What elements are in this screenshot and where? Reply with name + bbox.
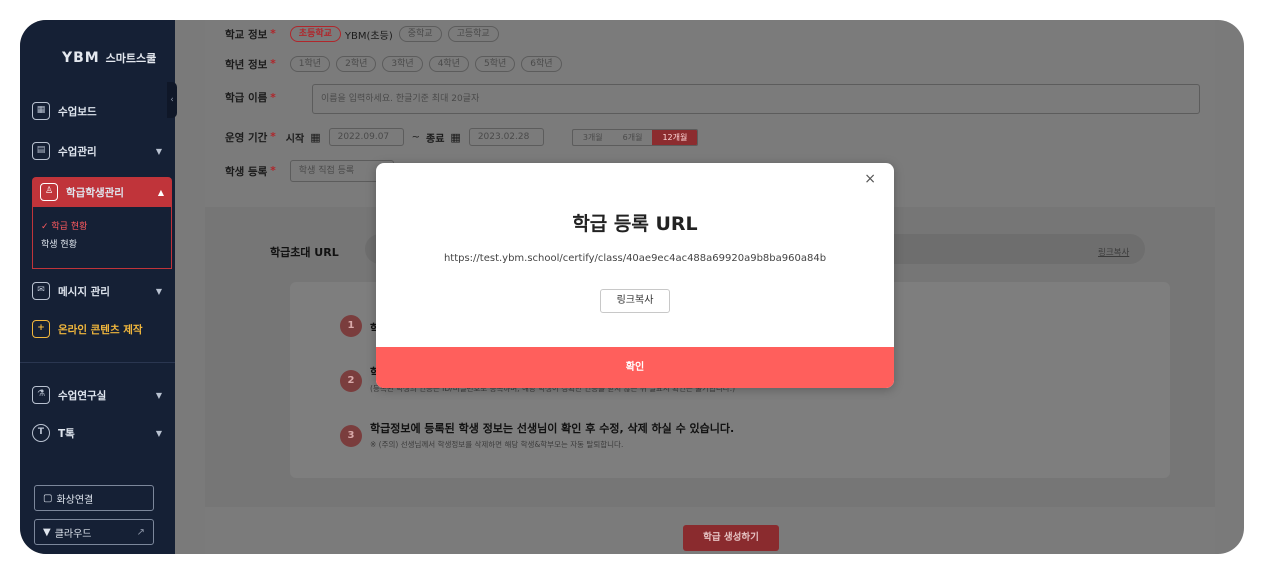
sidebar-item-ttalk[interactable]: T T톡 ▼: [32, 418, 162, 448]
microscope-icon: ⚗: [32, 386, 50, 404]
class-icon: ▤: [32, 142, 50, 160]
school-option-ybm[interactable]: YBM(초등): [345, 27, 393, 42]
sidebar-item-message[interactable]: ✉ 메시지 관리 ▼: [32, 276, 162, 306]
grade-option-5[interactable]: 5학년: [474, 56, 516, 72]
grade-option-2[interactable]: 2학년: [336, 56, 377, 72]
step-number: 1: [340, 315, 362, 337]
period-option-3m[interactable]: 3개월: [573, 130, 613, 145]
grade-info-row: 학년 정보 * 1학년 2학년 3학년 4학년 5학년 6학년: [225, 56, 562, 72]
sidebar-item-student-manage[interactable]: ♙ 학급학생관리 ▲: [32, 177, 172, 207]
sidebar-item-label: 메시지 관리: [58, 285, 110, 298]
invite-copy-link[interactable]: 링크복사: [1098, 246, 1129, 258]
sidebar-item-class-manage[interactable]: ▤ 수업관리 ▼: [32, 136, 162, 166]
school-info-label: 학교 정보: [225, 28, 268, 41]
sidebar-item-online-content[interactable]: + 온라인 콘텐츠 제작: [32, 314, 162, 344]
grade-option-1[interactable]: 1학년: [289, 56, 331, 72]
class-url-modal: × 학급 등록 URL https://test.ybm.school/cert…: [376, 163, 894, 388]
sidebar-item-label: 온라인 콘텐츠 제작: [58, 323, 143, 336]
chevron-down-icon: ▼: [155, 146, 162, 156]
student-register-row: 학생 등록 * 학생 직접 등록: [225, 160, 394, 182]
external-link-icon: ↗: [136, 526, 145, 538]
start-label: 시작: [285, 133, 305, 145]
talk-icon: T: [32, 424, 50, 442]
message-icon: ✉: [32, 282, 50, 300]
video-connect-label: 화상연결: [56, 494, 94, 506]
invite-url-label: 학급초대 URL: [270, 246, 339, 259]
modal-url-text: https://test.ybm.school/certify/class/40…: [443, 253, 827, 264]
cloud-icon: ▼: [43, 526, 51, 538]
modal-confirm-button[interactable]: 확인: [376, 347, 894, 388]
sidebar-item-label: 수업관리: [58, 145, 97, 158]
period-row: 운영 기간 * 시작 ▦ 2022.09.07 ~ 종료 ▦ 2023.02.28…: [225, 128, 699, 146]
sidebar-item-label: 수업연구실: [58, 389, 107, 402]
modal-title: 학급 등록 URL: [572, 213, 698, 235]
class-name-row: 학급 이름 *: [225, 91, 276, 105]
start-date-input[interactable]: 2022.09.07: [328, 128, 404, 146]
video-connect-button[interactable]: ▢ 화상연결: [34, 485, 154, 511]
create-class-button[interactable]: 학급 생성하기: [683, 525, 779, 551]
grade-option-4[interactable]: 4학년: [428, 56, 469, 72]
school-option-middle[interactable]: 중학교: [398, 26, 442, 42]
logo-text: 스마트스쿨: [105, 52, 157, 65]
calendar-icon[interactable]: ▦: [310, 131, 320, 144]
chevron-up-icon: ▲: [157, 187, 164, 197]
period-label: 운영 기간: [225, 131, 268, 144]
board-icon: ▦: [32, 102, 50, 120]
sidebar-item-label: 학급학생관리: [66, 186, 124, 199]
submenu-class-status[interactable]: ✓ 학급 현황: [41, 219, 87, 232]
school-info-row: 학교 정보 * 초등학교 YBM(초등) 중학교 고등학교: [225, 26, 499, 42]
content-icon: +: [32, 320, 50, 338]
period-segmented-control: 3개월 6개월 12개월: [571, 128, 699, 146]
sidebar-collapse-button[interactable]: ‹: [167, 82, 177, 118]
grade-option-3[interactable]: 3학년: [382, 56, 423, 72]
cloud-button[interactable]: ▼ 클라우드 ↗: [34, 519, 154, 545]
end-date-input[interactable]: 2023.02.28: [468, 128, 544, 146]
end-label: 종료: [426, 133, 445, 145]
cloud-label: 클라우드: [54, 528, 92, 540]
grade-option-6[interactable]: 6학년: [521, 56, 562, 72]
logo-mark: YBM: [62, 50, 100, 66]
chevron-down-icon: ▼: [155, 286, 162, 296]
sidebar-item-class-board[interactable]: ▦ 수업보드: [32, 96, 162, 126]
sidebar-item-research[interactable]: ⚗ 수업연구실 ▼: [32, 380, 162, 410]
sidebar-submenu: ✓ 학급 현황 학생 현황: [32, 207, 172, 269]
sidebar: YBM 스마트스쿨 ‹ ▦ 수업보드 ▤ 수업관리 ▼ ♙ 학급학생관리 ▲ ✓…: [20, 20, 177, 554]
grade-info-label: 학년 정보: [225, 58, 268, 71]
logo[interactable]: YBM 스마트스쿨: [62, 50, 156, 66]
class-name-label: 학급 이름: [225, 92, 268, 104]
chevron-down-icon: ▼: [155, 390, 162, 400]
class-name-input[interactable]: 이름을 입력하세요. 한글기준 최대 20글자: [312, 84, 1200, 114]
chevron-down-icon: ▼: [155, 428, 162, 438]
step-number: 3: [340, 425, 362, 447]
step-text: 학급정보에 등록된 학생 정보는 선생님이 확인 후 수정, 삭제 하실 수 있…: [370, 422, 735, 435]
sidebar-divider: [20, 362, 175, 363]
close-icon[interactable]: ×: [864, 171, 876, 187]
video-icon: ▢: [43, 492, 53, 504]
app-window: YBM 스마트스쿨 ‹ ▦ 수업보드 ▤ 수업관리 ▼ ♙ 학급학생관리 ▲ ✓…: [20, 20, 1244, 554]
submenu-student-status[interactable]: 학생 현황: [41, 237, 77, 250]
modal-copy-button[interactable]: 링크복사: [600, 289, 670, 313]
period-option-6m[interactable]: 6개월: [613, 130, 653, 145]
school-option-high[interactable]: 고등학교: [447, 26, 499, 42]
students-icon: ♙: [40, 183, 58, 201]
period-tilde: ~: [411, 131, 420, 143]
step-number: 2: [340, 370, 362, 392]
sidebar-item-label: T톡: [58, 427, 75, 440]
calendar-icon[interactable]: ▦: [450, 131, 460, 144]
student-register-label: 학생 등록: [225, 165, 268, 178]
school-option-elementary[interactable]: 초등학교: [289, 26, 341, 42]
step-note: ※ (주의) 선생님께서 학생정보를 삭제하면 해당 학생&학부모는 자동 탈퇴…: [370, 440, 624, 449]
period-option-12m[interactable]: 12개월: [652, 129, 698, 145]
sidebar-item-label: 수업보드: [58, 105, 97, 118]
